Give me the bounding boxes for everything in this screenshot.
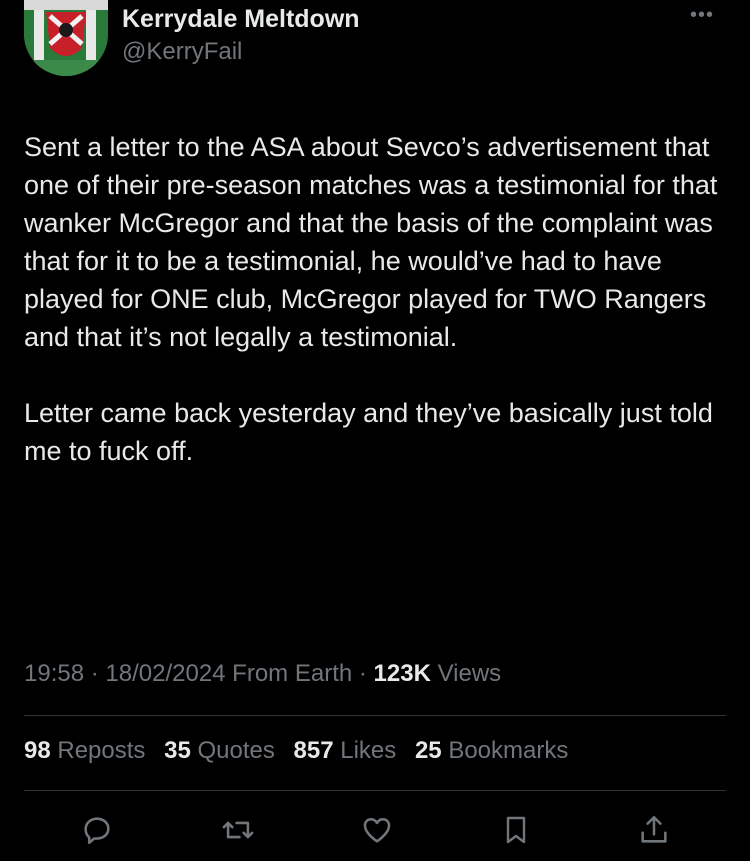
tweet-date[interactable]: 18/02/2024: [105, 660, 225, 687]
more-options-icon[interactable]: •••: [690, 4, 714, 27]
quotes-label: Quotes: [197, 737, 275, 764]
views-count: 123K: [373, 660, 431, 687]
reposts-count: 98: [24, 737, 51, 764]
share-icon: [641, 815, 667, 843]
divider: [24, 715, 726, 716]
like-icon: [363, 817, 391, 843]
tweet-time[interactable]: 19:58: [24, 660, 84, 687]
bookmarks-count: 25: [414, 737, 442, 764]
bookmarks-stat[interactable]: 25 Bookmarks: [415, 737, 568, 764]
meta-separator: ·: [352, 660, 374, 687]
reply-icon: [84, 817, 110, 845]
author-handle[interactable]: @KerryFail: [122, 38, 242, 66]
tweet-meta: 19:58 · 18/02/2024 From Earth · 123K Vie…: [24, 660, 501, 688]
views-label: Views: [430, 660, 502, 687]
tweet-paragraph-1: Sent a letter to the ASA about Sevco’s a…: [24, 132, 725, 352]
author-name[interactable]: Kerrydale Meltdown: [122, 5, 360, 34]
reply-button[interactable]: [75, 808, 119, 852]
repost-button[interactable]: [216, 808, 260, 852]
engagement-stats: 98 Reposts 35 Quotes 857 Likes 25 Bookma…: [24, 737, 580, 765]
quotes-stat[interactable]: 35 Quotes: [164, 737, 275, 764]
tweet-paragraph-2: Letter came back yesterday and they’ve b…: [24, 398, 721, 466]
bookmarks-label: Bookmarks: [448, 737, 569, 764]
bookmark-button[interactable]: [494, 808, 538, 852]
divider: [24, 790, 726, 791]
repost-icon: [222, 821, 254, 839]
like-button[interactable]: [355, 808, 399, 852]
tweet-location: From Earth: [225, 660, 353, 687]
bookmark-icon: [506, 816, 526, 844]
share-button[interactable]: [632, 808, 676, 852]
likes-count: 857: [293, 737, 334, 764]
reposts-stat[interactable]: 98 Reposts: [24, 737, 145, 764]
meta-separator: ·: [84, 660, 106, 687]
likes-label: Likes: [340, 737, 397, 764]
tweet-text: Sent a letter to the ASA about Sevco’s a…: [24, 128, 734, 470]
quotes-count: 35: [164, 737, 191, 764]
action-bar: [0, 808, 750, 858]
reposts-label: Reposts: [57, 737, 146, 764]
avatar[interactable]: [24, 0, 108, 76]
crest-logo-icon: [24, 0, 108, 76]
likes-stat[interactable]: 857 Likes: [294, 737, 397, 764]
